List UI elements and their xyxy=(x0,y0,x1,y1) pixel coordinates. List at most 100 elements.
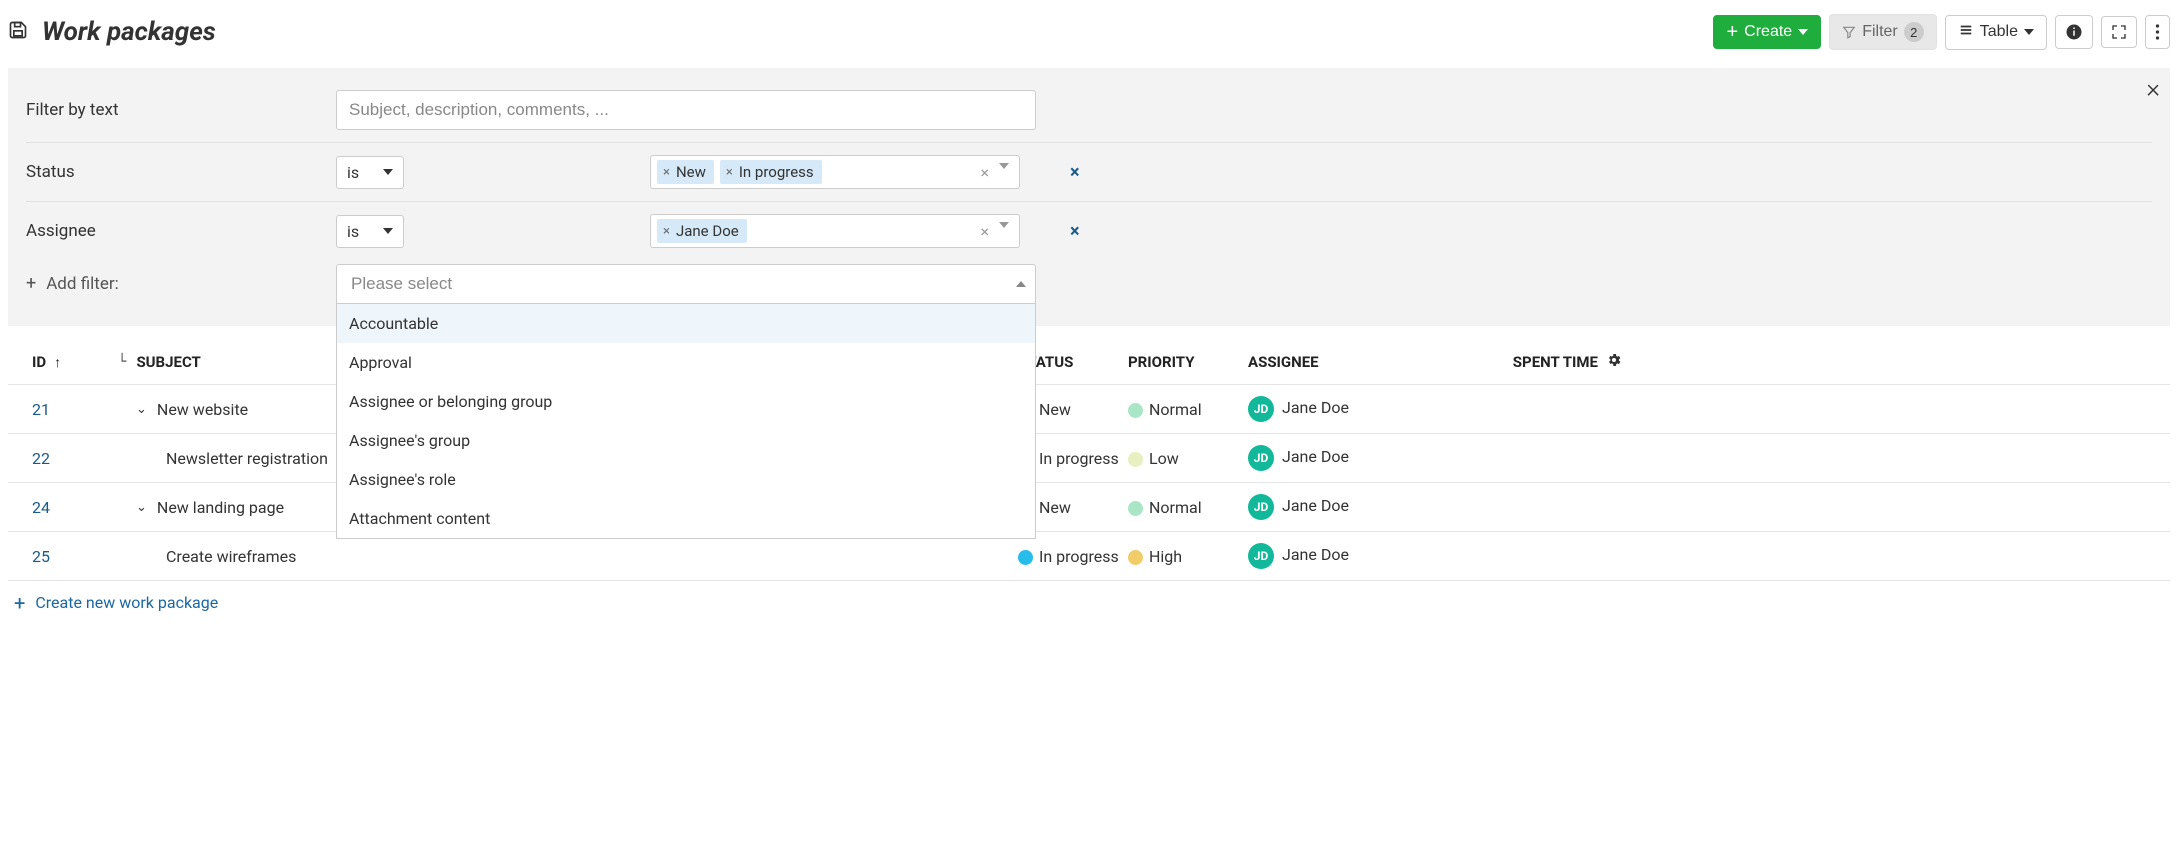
more-menu-button[interactable] xyxy=(2145,15,2170,49)
sort-asc-icon: ↑ xyxy=(54,354,61,371)
status-label: New xyxy=(1039,400,1071,419)
filter-count-badge: 2 xyxy=(1904,22,1924,42)
filter-tag[interactable]: ×New xyxy=(657,160,714,184)
clear-icon[interactable]: × xyxy=(980,163,989,182)
assignee-label: Jane Doe xyxy=(1282,447,1349,466)
view-mode-button[interactable]: Table xyxy=(1945,15,2047,50)
toolbar: Work packages + Create Filter 2 Table xyxy=(8,10,2170,62)
filter-row-assignee: Assignee is ×Jane Doe × × xyxy=(26,201,2152,260)
chevron-up-icon xyxy=(1016,281,1026,287)
create-button-label: Create xyxy=(1744,23,1792,41)
priority-dot xyxy=(1128,550,1143,565)
filter-panel: × Filter by text Status is ×New ×In prog… xyxy=(8,68,2170,326)
filter-tag[interactable]: ×Jane Doe xyxy=(657,219,747,243)
wp-id-link[interactable]: 24 xyxy=(32,498,50,517)
filter-operator-value: is xyxy=(347,163,359,182)
wp-subject: Newsletter registration xyxy=(166,449,328,468)
table-row[interactable]: 24⌄New landing pageNewNormalJDJane Doe xyxy=(8,483,2170,532)
plus-icon: + xyxy=(26,275,36,293)
filter-operator-select[interactable]: is xyxy=(336,215,404,248)
table-row[interactable]: 22 Newsletter registration In progress Low J… xyxy=(8,434,2170,483)
create-work-package-label: Create new work package xyxy=(35,593,218,612)
filter-button[interactable]: Filter 2 xyxy=(1829,14,1937,50)
wp-id-link[interactable]: 25 xyxy=(32,547,50,566)
wp-subject: Create wireframes xyxy=(166,547,296,566)
status-label: In progress xyxy=(1039,449,1119,468)
table-config-button[interactable] xyxy=(1598,352,1628,372)
priority-label: Low xyxy=(1149,449,1179,468)
assignee-label: Jane Doe xyxy=(1282,398,1349,417)
avatar: JD xyxy=(1248,396,1274,422)
priority-dot xyxy=(1128,403,1143,418)
page-title: Work packages xyxy=(42,17,216,47)
assignee-label: Jane Doe xyxy=(1282,496,1349,515)
create-work-package-link[interactable]: + Create new work package xyxy=(14,593,218,612)
filter-text-input[interactable] xyxy=(336,90,1036,130)
status-label: In progress xyxy=(1039,547,1119,566)
view-mode-label: Table xyxy=(1980,23,2018,41)
table-row[interactable]: 21 ⌄ New website New Normal JD Jane Doe xyxy=(8,385,2170,434)
expand-icon[interactable]: ⌄ xyxy=(136,402,147,417)
status-dot xyxy=(1018,550,1033,565)
dropdown-option[interactable]: Attachment content xyxy=(337,499,1035,538)
status-label: New xyxy=(1039,498,1071,517)
assignee-label: Jane Doe xyxy=(1282,545,1349,564)
remove-filter-button[interactable]: × xyxy=(1070,162,1080,183)
wp-subject: New landing page xyxy=(157,498,284,517)
filter-name-label: Status xyxy=(26,162,336,182)
dropdown-option[interactable]: Assignee's role xyxy=(337,460,1035,499)
avatar: JD xyxy=(1248,494,1274,520)
col-priority[interactable]: PRIORITY xyxy=(1128,353,1248,371)
filter-operator-select[interactable]: is xyxy=(336,156,404,189)
clear-icon[interactable]: × xyxy=(980,222,989,241)
add-filter-input[interactable] xyxy=(336,264,1036,304)
add-filter-select[interactable]: Accountable Approval Assignee or belongi… xyxy=(336,264,1036,304)
priority-label: High xyxy=(1149,547,1182,566)
col-id[interactable]: ID↑ xyxy=(8,353,118,371)
dropdown-option[interactable]: Assignee or belonging group xyxy=(337,382,1035,421)
col-assignee[interactable]: ASSIGNEE xyxy=(1248,353,1448,371)
expand-icon[interactable]: ⌄ xyxy=(136,500,147,515)
priority-dot xyxy=(1128,452,1143,467)
remove-filter-button[interactable]: × xyxy=(1070,221,1080,242)
tag-remove-icon[interactable]: × xyxy=(663,165,670,180)
create-button[interactable]: + Create xyxy=(1713,15,1821,49)
filter-name-label: Assignee xyxy=(26,221,336,241)
priority-dot xyxy=(1128,501,1143,516)
col-spent-time[interactable]: SPENT TIME xyxy=(1448,353,1598,371)
chevron-down-icon xyxy=(2024,29,2034,35)
add-filter-dropdown: Accountable Approval Assignee or belongi… xyxy=(336,304,1036,539)
fullscreen-button[interactable] xyxy=(2101,16,2137,48)
table-row[interactable]: 25 Create wireframes In progress High JD Jane… xyxy=(8,532,2170,581)
filter-tag[interactable]: ×In progress xyxy=(720,160,822,184)
dropdown-option[interactable]: Approval xyxy=(337,343,1035,382)
wp-subject: New website xyxy=(157,400,248,419)
close-icon[interactable]: × xyxy=(2146,76,2160,102)
filter-text-label: Filter by text xyxy=(26,100,336,120)
chevron-down-icon xyxy=(383,169,393,175)
filter-value-input[interactable]: ×Jane Doe × xyxy=(650,214,1020,248)
filter-value-input[interactable]: ×New ×In progress × xyxy=(650,155,1020,189)
add-filter-label: Add filter: xyxy=(46,274,119,294)
info-button[interactable] xyxy=(2055,15,2093,49)
filter-row-status: Status is ×New ×In progress × × xyxy=(26,142,2152,201)
chevron-down-icon xyxy=(383,228,393,234)
save-icon[interactable] xyxy=(8,20,28,45)
add-filter-row: + Add filter: Accountable Approval Assig… xyxy=(26,260,2152,316)
chevron-down-icon[interactable] xyxy=(999,163,1009,169)
tag-remove-icon[interactable]: × xyxy=(663,224,670,239)
dropdown-option[interactable]: Assignee's group xyxy=(337,421,1035,460)
avatar: JD xyxy=(1248,445,1274,471)
wp-id-link[interactable]: 21 xyxy=(32,400,50,419)
avatar: JD xyxy=(1248,543,1274,569)
chevron-down-icon[interactable] xyxy=(999,222,1009,228)
chevron-down-icon xyxy=(1798,29,1808,35)
work-package-table: ID↑ └SUBJECT STATUS PRIORITY ASSIGNEE SP… xyxy=(8,334,2170,614)
dropdown-option[interactable]: Accountable xyxy=(337,304,1035,343)
tag-remove-icon[interactable]: × xyxy=(726,165,733,180)
filter-text-row: Filter by text xyxy=(26,86,2152,142)
table-header: ID↑ └SUBJECT STATUS PRIORITY ASSIGNEE SP… xyxy=(8,334,2170,385)
priority-label: Normal xyxy=(1149,400,1202,419)
list-icon xyxy=(1958,23,1974,42)
wp-id-link[interactable]: 22 xyxy=(32,449,50,468)
